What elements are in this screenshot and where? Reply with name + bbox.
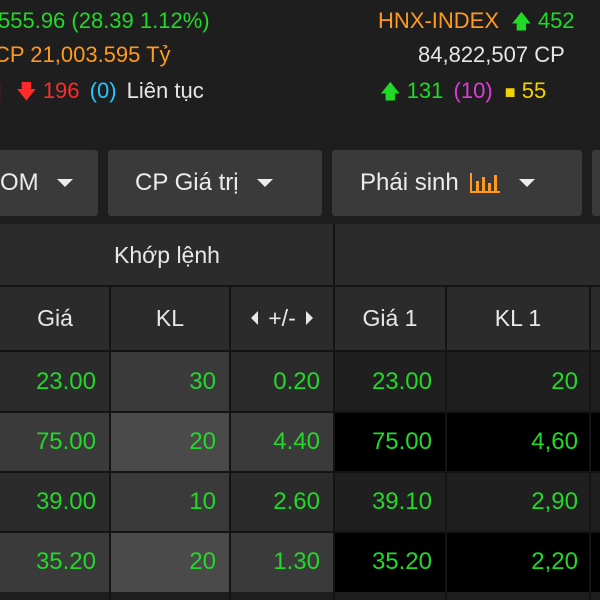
col-header-bid-price-1[interactable]: Giá 1	[334, 286, 446, 350]
dropdown-next[interactable]	[592, 150, 600, 216]
col-header-volume[interactable]: KL	[110, 286, 230, 350]
col-header-price[interactable]: Giá	[0, 286, 110, 350]
price-table: Khớp lệnh Giá KL +/- Giá 1 KL 1 23.00 30…	[0, 224, 600, 600]
hnx-index[interactable]: HNX-INDEX 🡅 452	[378, 6, 575, 37]
hnx-ref-count: 55	[521, 78, 547, 103]
row-divider	[0, 350, 600, 352]
matched-order-group-header: Khớp lệnh	[0, 224, 334, 286]
dropdown-derivatives[interactable]: Phái sinh	[332, 150, 582, 216]
cell-next	[590, 352, 600, 412]
down-bar-icon: ▮	[0, 76, 4, 106]
dropdown-value-stocks[interactable]: CP Giá trị	[108, 150, 322, 216]
session-status: Liên tục	[126, 78, 204, 103]
cell-bid-price-1: 39.10	[334, 472, 446, 532]
arrow-up-icon: 🡅	[511, 11, 532, 33]
cell-volume: 20	[110, 532, 230, 592]
cell-next	[590, 412, 600, 472]
cell-price: 35.20	[0, 532, 110, 592]
cell-bid-volume-1: 4,60	[446, 412, 590, 472]
cell-next	[590, 472, 600, 532]
cell-bid-price-1: 75.00	[334, 412, 446, 472]
dropdown-custom-list[interactable]: OM	[0, 150, 98, 216]
row-divider	[0, 411, 600, 413]
cell-volume: 20	[110, 412, 230, 472]
column-divider	[229, 286, 231, 600]
chevron-down-icon	[56, 179, 73, 187]
left-volume-text: CP 21,003.595 Tỷ	[0, 42, 171, 67]
hnx-index-value: 452	[537, 8, 575, 33]
left-index-change: 555.96 (28.39 1.12%)	[0, 8, 210, 33]
cell-price: 75.00	[0, 412, 110, 472]
cell-price: 23.00	[0, 352, 110, 412]
chevron-down-icon	[256, 179, 273, 187]
caret-right-icon[interactable]	[305, 311, 313, 325]
column-divider	[109, 286, 111, 600]
market-ticker: 555.96 (28.39 1.12%) CP 21,003.595 Tỷ ▮ …	[0, 0, 600, 128]
row-divider	[0, 531, 600, 533]
cell-bid-volume-1: 2,90	[446, 472, 590, 532]
cell-volume: 30	[110, 352, 230, 412]
left-volume: CP 21,003.595 Tỷ	[0, 40, 171, 70]
bar-chart-icon	[469, 173, 500, 193]
col-header-change-label: +/-	[268, 304, 296, 331]
col-header-change[interactable]: +/-	[230, 286, 334, 350]
square-icon: ■	[504, 82, 516, 102]
cell-next	[590, 532, 600, 592]
row-divider	[0, 471, 600, 473]
filter-bar: OM CP Giá trị Phái sinh	[0, 150, 600, 216]
hnx-up-count: 131	[406, 78, 444, 103]
table-row[interactable]: 39.00 10 2.60 39.10 2,90	[0, 472, 600, 532]
dropdown-label: CP Giá trị	[135, 169, 239, 196]
row-divider	[0, 285, 600, 287]
hnx-volume: 84,822,507 CP	[418, 40, 565, 70]
table-row[interactable]: 75.00 20 4.40 75.00 4,60	[0, 412, 600, 472]
left-down-count: 196	[42, 78, 80, 103]
caret-left-icon[interactable]	[251, 311, 259, 325]
left-breadth: ▮ 🡇 196 (0) Liên tục	[0, 76, 204, 107]
hnx-ceiling-count: (10)	[453, 78, 493, 103]
arrow-down-icon: 🡇	[16, 81, 37, 103]
hnx-breadth: 🡅 131 (10) ■ 55	[380, 76, 546, 107]
col-header-next	[590, 286, 600, 350]
table-row[interactable]: 35.20 20 1.30 35.20 2,20	[0, 532, 600, 592]
cell-change: 0.20	[230, 352, 334, 412]
cell-bid-price-1: 35.20	[334, 532, 446, 592]
arrow-up-icon: 🡅	[380, 81, 401, 103]
dropdown-label: OM	[0, 169, 39, 196]
cell-bid-volume-1: 20	[446, 352, 590, 412]
cell-bid-price-1: 23.00	[334, 352, 446, 412]
cell-volume: 10	[110, 472, 230, 532]
hnx-volume-text: 84,822,507 CP	[418, 42, 565, 67]
chevron-down-icon	[518, 179, 535, 187]
cell-change: 4.40	[230, 412, 334, 472]
price-board: 555.96 (28.39 1.12%) CP 21,003.595 Tỷ ▮ …	[0, 0, 600, 600]
column-header-row: Giá KL +/- Giá 1 KL 1	[0, 286, 600, 350]
col-header-bid-volume-1[interactable]: KL 1	[446, 286, 590, 350]
dropdown-label: Phái sinh	[360, 169, 459, 196]
column-divider	[445, 286, 447, 600]
hnx-index-name: HNX-INDEX	[378, 8, 500, 33]
bid-group-header	[334, 224, 600, 286]
cell-price: 39.00	[0, 472, 110, 532]
left-unchanged-count: (0)	[89, 78, 117, 103]
table-row[interactable]: 23.00 30 0.20 23.00 20	[0, 352, 600, 412]
cell-change: 2.60	[230, 472, 334, 532]
column-divider	[589, 286, 591, 600]
cell-change: 1.30	[230, 532, 334, 592]
cell-bid-volume-1: 2,20	[446, 532, 590, 592]
